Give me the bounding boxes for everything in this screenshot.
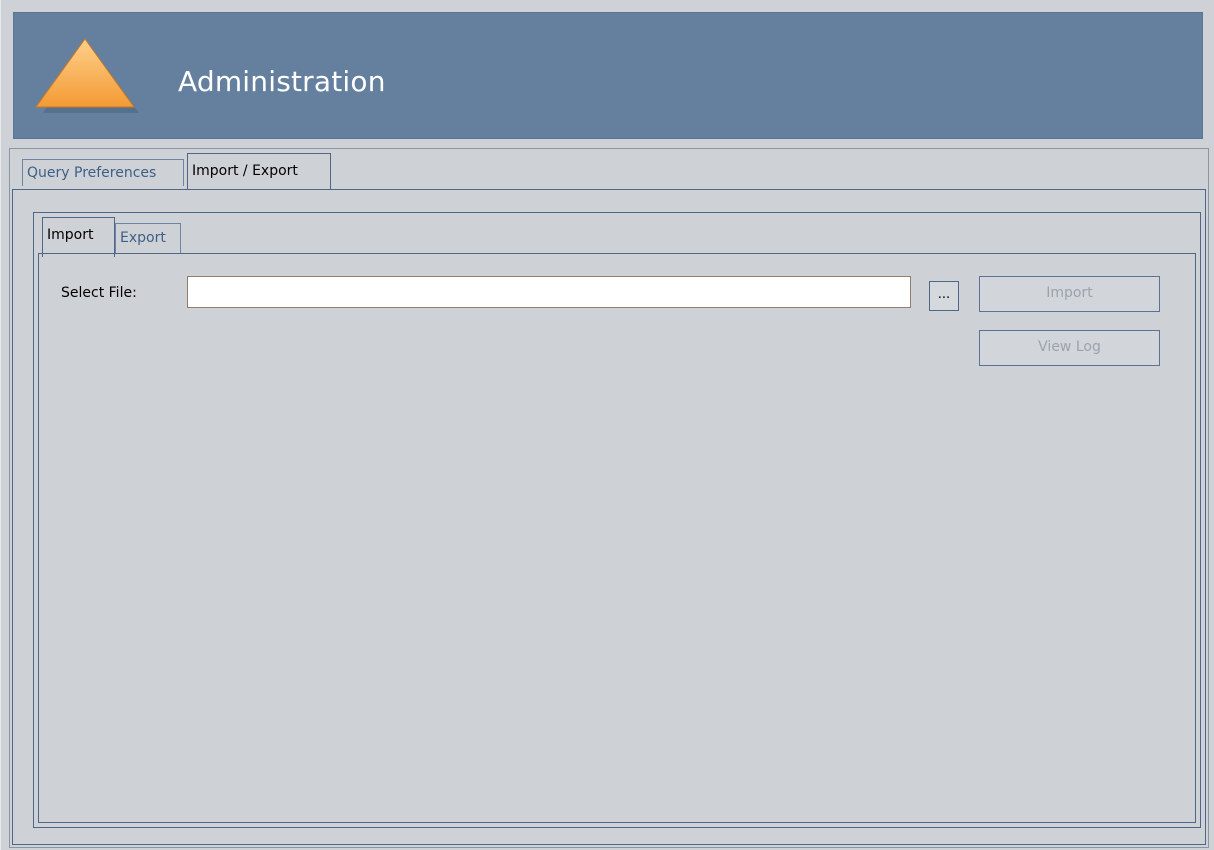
select-file-label: Select File: — [61, 285, 137, 301]
tab-query-preferences[interactable]: Query Preferences — [22, 159, 184, 186]
sub-tab-container: Import Export Select File: ... Import Vi… — [33, 212, 1201, 828]
tab-import-label: Import — [47, 227, 94, 243]
admin-window: Administration Query Preferences Import … — [0, 0, 1214, 850]
tab-import-export-label: Import / Export — [192, 163, 298, 179]
import-button[interactable]: Import — [979, 276, 1160, 312]
tab-query-preferences-label: Query Preferences — [27, 165, 157, 181]
tab-export-label: Export — [120, 230, 166, 246]
main-frame: Query Preferences Import / Export Import… — [9, 148, 1209, 848]
import-export-panel: Import Export Select File: ... Import Vi… — [12, 189, 1206, 845]
tab-export[interactable]: Export — [115, 223, 181, 254]
page-title: Administration — [178, 65, 386, 98]
browse-button[interactable]: ... — [929, 281, 959, 311]
header-banner: Administration — [13, 12, 1203, 139]
warning-triangle-icon — [35, 38, 139, 113]
tab-import-export[interactable]: Import / Export — [187, 153, 331, 191]
tab-import[interactable]: Import — [42, 217, 115, 257]
select-file-input[interactable] — [187, 276, 911, 308]
view-log-button[interactable]: View Log — [979, 330, 1160, 366]
import-panel: Select File: ... Import View Log — [38, 253, 1196, 823]
